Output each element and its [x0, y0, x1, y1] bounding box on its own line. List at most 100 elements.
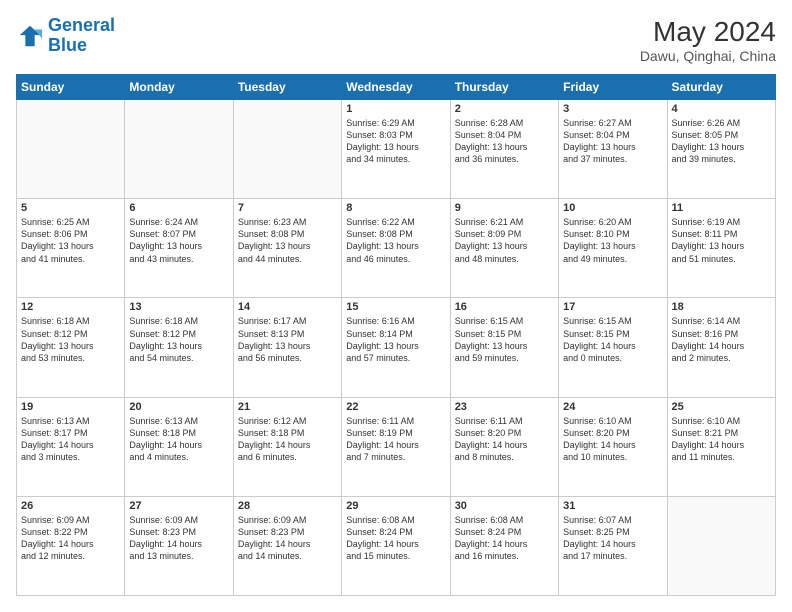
day-number: 26	[21, 500, 120, 512]
day-number: 12	[21, 301, 120, 313]
header-friday: Friday	[559, 75, 667, 100]
day-number: 5	[21, 202, 120, 214]
logo-line1: General	[48, 15, 115, 35]
cell-week4-day0: 26 Sunrise: 6:09 AM Sunset: 8:22 PM Dayli…	[17, 496, 125, 595]
day-info: Sunrise: 6:12 AM Sunset: 8:18 PM Dayligh…	[238, 415, 337, 464]
cell-week1-day5: 10Sunrise: 6:20 AM Sunset: 8:10 PM Dayli…	[559, 199, 667, 298]
weekday-header-row: Sunday Monday Tuesday Wednesday Thursday…	[17, 75, 776, 100]
cell-week0-day2	[233, 100, 341, 199]
day-number: 13	[129, 301, 228, 313]
cell-week1-day2: 7 Sunrise: 6:23 AM Sunset: 8:08 PM Daylig…	[233, 199, 341, 298]
day-info: Sunrise: 6:09 AM Sunset: 8:23 PM Dayligh…	[238, 514, 337, 563]
week-row-1: 5 Sunrise: 6:25 AM Sunset: 8:06 PM Daylig…	[17, 199, 776, 298]
day-info: Sunrise: 6:11 AM Sunset: 8:19 PM Dayligh…	[346, 415, 445, 464]
day-info: Sunrise: 6:29 AM Sunset: 8:03 PM Dayligh…	[346, 117, 445, 166]
day-number: 21	[238, 401, 337, 413]
day-number: 31	[563, 500, 662, 512]
day-info: Sunrise: 6:18 AM Sunset: 8:12 PM Dayligh…	[21, 315, 120, 364]
day-info: Sunrise: 6:26 AM Sunset: 8:05 PM Dayligh…	[672, 117, 771, 166]
cell-week1-day6: 11 Sunrise: 6:19 AM Sunset: 8:11 PM Dayli…	[667, 199, 775, 298]
day-info: Sunrise: 6:09 AM Sunset: 8:23 PM Dayligh…	[129, 514, 228, 563]
cell-week1-day0: 5 Sunrise: 6:25 AM Sunset: 8:06 PM Daylig…	[17, 199, 125, 298]
day-info: Sunrise: 6:22 AM Sunset: 8:08 PM Dayligh…	[346, 216, 445, 265]
cell-week3-day4: 23Sunrise: 6:11 AM Sunset: 8:20 PM Dayli…	[450, 397, 558, 496]
header-sunday: Sunday	[17, 75, 125, 100]
cell-week2-day6: 18 Sunrise: 6:14 AM Sunset: 8:16 PM Dayli…	[667, 298, 775, 397]
logo: General Blue	[16, 16, 115, 56]
day-number: 11	[672, 202, 771, 214]
logo-text: General Blue	[48, 16, 115, 56]
cell-week3-day6: 25Sunrise: 6:10 AM Sunset: 8:21 PM Dayli…	[667, 397, 775, 496]
day-number: 28	[238, 500, 337, 512]
day-info: Sunrise: 6:25 AM Sunset: 8:06 PM Dayligh…	[21, 216, 120, 265]
day-number: 8	[346, 202, 445, 214]
day-number: 2	[455, 103, 554, 115]
day-info: Sunrise: 6:28 AM Sunset: 8:04 PM Dayligh…	[455, 117, 554, 166]
cell-week0-day6: 4 Sunrise: 6:26 AM Sunset: 8:05 PM Daylig…	[667, 100, 775, 199]
week-row-0: 1 Sunrise: 6:29 AM Sunset: 8:03 PM Daylig…	[17, 100, 776, 199]
day-number: 4	[672, 103, 771, 115]
day-info: Sunrise: 6:18 AM Sunset: 8:12 PM Dayligh…	[129, 315, 228, 364]
day-info: Sunrise: 6:10 AM Sunset: 8:20 PM Dayligh…	[563, 415, 662, 464]
cell-week4-day1: 27 Sunrise: 6:09 AM Sunset: 8:23 PM Dayli…	[125, 496, 233, 595]
day-number: 24	[563, 401, 662, 413]
day-number: 18	[672, 301, 771, 313]
day-number: 23	[455, 401, 554, 413]
logo-line2: Blue	[48, 35, 87, 55]
location-title: Dawu, Qinghai, China	[640, 48, 776, 64]
day-number: 7	[238, 202, 337, 214]
cell-week4-day4: 30 Sunrise: 6:08 AM Sunset: 8:24 PM Dayli…	[450, 496, 558, 595]
month-title: May 2024	[640, 16, 776, 48]
day-number: 14	[238, 301, 337, 313]
day-info: Sunrise: 6:13 AM Sunset: 8:17 PM Dayligh…	[21, 415, 120, 464]
cell-week3-day0: 19 Sunrise: 6:13 AM Sunset: 8:17 PM Dayli…	[17, 397, 125, 496]
day-info: Sunrise: 6:15 AM Sunset: 8:15 PM Dayligh…	[563, 315, 662, 364]
week-row-4: 26 Sunrise: 6:09 AM Sunset: 8:22 PM Dayli…	[17, 496, 776, 595]
day-number: 15	[346, 301, 445, 313]
day-number: 22	[346, 401, 445, 413]
day-number: 3	[563, 103, 662, 115]
cell-week2-day2: 14 Sunrise: 6:17 AM Sunset: 8:13 PM Dayli…	[233, 298, 341, 397]
day-info: Sunrise: 6:08 AM Sunset: 8:24 PM Dayligh…	[346, 514, 445, 563]
day-info: Sunrise: 6:09 AM Sunset: 8:22 PM Dayligh…	[21, 514, 120, 563]
day-info: Sunrise: 6:19 AM Sunset: 8:11 PM Dayligh…	[672, 216, 771, 265]
title-block: May 2024 Dawu, Qinghai, China	[640, 16, 776, 64]
day-number: 30	[455, 500, 554, 512]
cell-week1-day3: 8 Sunrise: 6:22 AM Sunset: 8:08 PM Daylig…	[342, 199, 450, 298]
cell-week3-day5: 24 Sunrise: 6:10 AM Sunset: 8:20 PM Dayli…	[559, 397, 667, 496]
day-info: Sunrise: 6:14 AM Sunset: 8:16 PM Dayligh…	[672, 315, 771, 364]
cell-week2-day0: 12 Sunrise: 6:18 AM Sunset: 8:12 PM Dayli…	[17, 298, 125, 397]
day-info: Sunrise: 6:21 AM Sunset: 8:09 PM Dayligh…	[455, 216, 554, 265]
day-number: 9	[455, 202, 554, 214]
day-info: Sunrise: 6:07 AM Sunset: 8:25 PM Dayligh…	[563, 514, 662, 563]
day-info: Sunrise: 6:08 AM Sunset: 8:24 PM Dayligh…	[455, 514, 554, 563]
calendar-body: 1 Sunrise: 6:29 AM Sunset: 8:03 PM Daylig…	[17, 100, 776, 596]
header: General Blue May 2024 Dawu, Qinghai, Chi…	[16, 16, 776, 64]
cell-week0-day4: 2 Sunrise: 6:28 AM Sunset: 8:04 PM Daylig…	[450, 100, 558, 199]
cell-week2-day3: 15Sunrise: 6:16 AM Sunset: 8:14 PM Dayli…	[342, 298, 450, 397]
cell-week2-day1: 13 Sunrise: 6:18 AM Sunset: 8:12 PM Dayli…	[125, 298, 233, 397]
header-tuesday: Tuesday	[233, 75, 341, 100]
cell-week2-day5: 17 Sunrise: 6:15 AM Sunset: 8:15 PM Dayli…	[559, 298, 667, 397]
day-info: Sunrise: 6:17 AM Sunset: 8:13 PM Dayligh…	[238, 315, 337, 364]
day-info: Sunrise: 6:23 AM Sunset: 8:08 PM Dayligh…	[238, 216, 337, 265]
cell-week4-day3: 29 Sunrise: 6:08 AM Sunset: 8:24 PM Dayli…	[342, 496, 450, 595]
week-row-3: 19 Sunrise: 6:13 AM Sunset: 8:17 PM Dayli…	[17, 397, 776, 496]
cell-week0-day5: 3Sunrise: 6:27 AM Sunset: 8:04 PM Daylig…	[559, 100, 667, 199]
day-number: 29	[346, 500, 445, 512]
header-wednesday: Wednesday	[342, 75, 450, 100]
day-number: 27	[129, 500, 228, 512]
day-number: 17	[563, 301, 662, 313]
cell-week1-day4: 9 Sunrise: 6:21 AM Sunset: 8:09 PM Daylig…	[450, 199, 558, 298]
cell-week4-day6	[667, 496, 775, 595]
day-number: 19	[21, 401, 120, 413]
cell-week4-day2: 28 Sunrise: 6:09 AM Sunset: 8:23 PM Dayli…	[233, 496, 341, 595]
cell-week0-day0	[17, 100, 125, 199]
header-saturday: Saturday	[667, 75, 775, 100]
cell-week4-day5: 31 Sunrise: 6:07 AM Sunset: 8:25 PM Dayli…	[559, 496, 667, 595]
cell-week3-day3: 22 Sunrise: 6:11 AM Sunset: 8:19 PM Dayli…	[342, 397, 450, 496]
day-info: Sunrise: 6:20 AM Sunset: 8:10 PM Dayligh…	[563, 216, 662, 265]
header-thursday: Thursday	[450, 75, 558, 100]
day-info: Sunrise: 6:15 AM Sunset: 8:15 PM Dayligh…	[455, 315, 554, 364]
day-number: 1	[346, 103, 445, 115]
